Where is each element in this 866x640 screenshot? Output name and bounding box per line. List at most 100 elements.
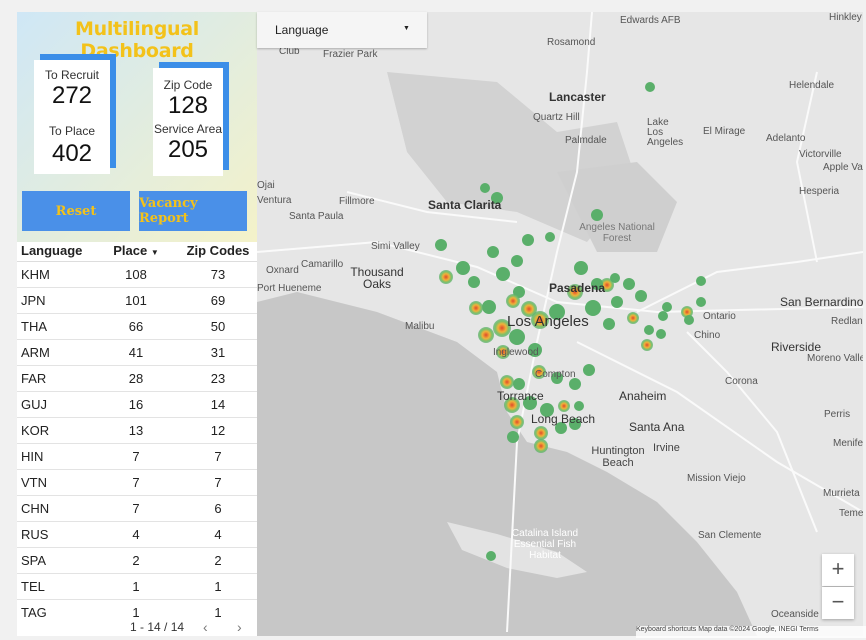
cell-language: RUS <box>21 527 49 542</box>
table-row: HIN 7 7 <box>17 444 257 470</box>
label-edwards-afb: Edwards AFB <box>620 15 681 26</box>
cell-place: 7 <box>132 501 140 516</box>
language-filter-dropdown[interactable]: Language ▼ <box>257 12 427 48</box>
dashboard-title: Multilingual Dashboard <box>75 18 199 62</box>
vacancy-report-button[interactable]: Vacancy Report <box>139 191 247 231</box>
map-attribution[interactable]: Keyboard shortcuts Map data ©2024 Google… <box>636 626 866 638</box>
heat-point <box>509 329 525 345</box>
table-row: KHM 108 73 <box>17 262 257 288</box>
heat-point <box>456 261 470 275</box>
heat-point <box>435 239 447 251</box>
header-place[interactable]: Place ▼ <box>93 241 179 261</box>
reset-button[interactable]: Reset <box>22 191 130 231</box>
heat-point <box>500 375 514 389</box>
heat-point <box>623 278 635 290</box>
label-irvine: Irvine <box>653 442 680 454</box>
cell-place: 7 <box>132 449 140 464</box>
heat-point <box>627 312 639 324</box>
heat-point <box>545 232 555 242</box>
cell-place: 108 <box>125 267 147 282</box>
label-redlands: Redland <box>831 316 863 327</box>
heat-point <box>478 327 494 343</box>
heat-point <box>644 325 654 335</box>
heat-point <box>507 431 519 443</box>
heat-point <box>662 302 672 312</box>
heat-point <box>574 261 588 275</box>
label-los-angeles: Los Angeles <box>507 313 589 330</box>
cell-zip-codes: 7 <box>214 449 222 464</box>
cell-language: ARM <box>21 345 50 360</box>
zip-label: Zip Code <box>163 78 213 92</box>
place-label: To Place <box>48 124 96 138</box>
label-fillmore: Fillmore <box>339 196 375 207</box>
header-language[interactable]: Language <box>17 241 93 261</box>
cell-zip-codes: 7 <box>214 475 222 490</box>
cell-place: 1 <box>132 579 140 594</box>
label-catalina-island: Catalina Island Essential Fish Habitat <box>511 528 579 561</box>
recruit-value: 272 <box>51 82 93 109</box>
chevron-right-icon[interactable]: › <box>237 619 242 635</box>
header-zip-codes[interactable]: Zip Codes <box>179 241 257 261</box>
label-perris: Perris <box>824 409 851 420</box>
heat-point <box>574 401 584 411</box>
table-row: JPN 101 69 <box>17 288 257 314</box>
heat-point <box>645 82 655 92</box>
label-moreno-valley: Moreno Valle <box>807 353 863 364</box>
pager-range: 1 - 14 / 14 <box>130 620 185 634</box>
cell-place: 4 <box>132 527 140 542</box>
label-port-hueneme: Port Hueneme <box>257 283 322 294</box>
cell-place: 16 <box>128 397 144 412</box>
language-table: Language Place ▼ Zip Codes KHM 108 73 JPN 1… <box>17 241 257 625</box>
cell-language: VTN <box>21 475 47 490</box>
cell-language: GUJ <box>21 397 47 412</box>
label-simi-valley: Simi Valley <box>371 241 420 252</box>
cell-place: 7 <box>132 475 140 490</box>
cell-zip-codes: 69 <box>210 293 226 308</box>
cell-place: 28 <box>128 371 144 386</box>
label-malibu: Malibu <box>405 321 435 332</box>
label-ojai: Ojai <box>257 180 275 191</box>
label-oxnard: Oxnard <box>266 265 299 276</box>
heat-point <box>534 426 548 440</box>
table-row: SPA 2 2 <box>17 548 257 574</box>
cell-zip-codes: 6 <box>214 501 222 516</box>
label-hesperia: Hesperia <box>799 186 840 197</box>
chevron-left-icon[interactable]: ‹ <box>203 619 208 635</box>
heat-point <box>496 267 510 281</box>
label-angeles-national-forest: Angeles National Forest <box>579 222 655 244</box>
place-value: 402 <box>51 140 93 167</box>
cell-place: 41 <box>128 345 144 360</box>
heat-point <box>487 246 499 258</box>
heat-map[interactable]: Edwards AFB Hinkley Rosamond Frazier Par… <box>257 12 863 636</box>
service-area-value: 205 <box>167 136 209 163</box>
label-inglewood: Inglewood <box>493 347 539 358</box>
table-header: Language Place ▼ Zip Codes <box>17 241 257 262</box>
heat-point <box>658 311 668 321</box>
label-mission-viejo: Mission Viejo <box>687 473 746 484</box>
heat-point <box>522 234 534 246</box>
summary-header: Multilingual Dashboard To Recruit 272 To… <box>17 12 257 242</box>
label-ventura: Ventura <box>257 195 292 206</box>
cell-language: TEL <box>21 579 45 594</box>
label-el-mirage: El Mirage <box>703 126 746 137</box>
heat-point <box>558 400 570 412</box>
label-pasadena: Pasadena <box>549 281 606 295</box>
label-temecula: Teme <box>839 508 863 519</box>
language-filter-label: Language <box>275 23 329 37</box>
cell-zip-codes: 14 <box>210 397 226 412</box>
zoom-out-button[interactable]: − <box>822 587 854 619</box>
label-compton: Compton <box>535 369 576 380</box>
cell-zip-codes: 31 <box>210 345 226 360</box>
label-menifee: Menife <box>833 438 863 449</box>
label-ontario: Ontario <box>703 311 736 322</box>
table-row: CHN 7 6 <box>17 496 257 522</box>
cell-language: KOR <box>21 423 50 438</box>
heat-point <box>510 415 524 429</box>
label-apple-valley: Apple Val <box>823 162 863 173</box>
cell-language: TAG <box>21 605 47 620</box>
table-row: GUJ 16 14 <box>17 392 257 418</box>
label-quartz-hill: Quartz Hill <box>533 112 580 123</box>
table-row: RUS 4 4 <box>17 522 257 548</box>
zoom-in-button[interactable]: + <box>822 554 854 586</box>
table-row: FAR 28 23 <box>17 366 257 392</box>
